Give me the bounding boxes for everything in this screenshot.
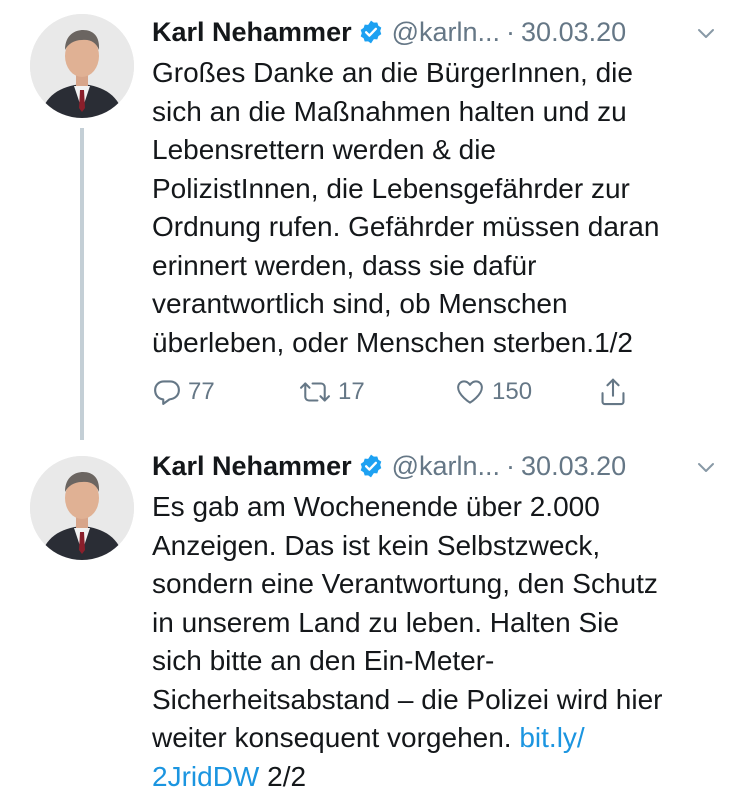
- retweet-button[interactable]: 17: [298, 370, 365, 414]
- tweet-text-line: sich bitte an den Ein-Meter-: [152, 645, 495, 676]
- tweet-text-line: 2JridDW 2/2: [152, 758, 732, 797]
- tweet-text-line: erinnert werden, dass sie dafür: [152, 249, 537, 281]
- tweet-date[interactable]: 30.03.20: [521, 451, 626, 481]
- share-button[interactable]: [598, 370, 628, 414]
- tweet-header: Karl Nehammer @karln... · 30.03.20: [152, 446, 732, 486]
- reply-button[interactable]: 77: [152, 370, 215, 414]
- author-name[interactable]: Karl Nehammer: [152, 451, 352, 481]
- tweet-text-line: weiter konsequent vorgehen. bit.ly/: [152, 719, 732, 758]
- tweet-text-segment: weiter konsequent vorgehen.: [152, 722, 520, 753]
- retweet-count: 17: [338, 378, 365, 405]
- separator: ·: [506, 451, 516, 481]
- short-link[interactable]: 2JridDW: [152, 761, 259, 792]
- tweet-text-line: in unserem Land zu leben. Halten Sie: [152, 606, 619, 638]
- verified-badge-icon: [358, 16, 384, 56]
- reply-count: 77: [188, 378, 215, 405]
- tweet[interactable]: Karl Nehammer @karln... · 30.03.20 Großes D…: [0, 0, 749, 440]
- like-icon: [454, 377, 486, 407]
- tweet[interactable]: Karl Nehammer @karln... · 30.03.20 Es gab a…: [0, 440, 749, 804]
- tweet-text: Es gab am Wochenende über 2.000 Anzeigen…: [152, 488, 732, 796]
- tweet-text-line: sondern eine Verantwortung, den Schutz: [152, 568, 658, 599]
- tweet-text-line: Anzeigen. Das ist kein Selbstzweck,: [152, 529, 601, 561]
- tweet-text: Großes Danke an die BürgerInnen, die sic…: [152, 54, 732, 362]
- verified-badge-icon: [358, 450, 384, 490]
- tweet-text-line: überleben, oder Menschen sterben.1/2: [152, 326, 633, 358]
- author-name[interactable]: Karl Nehammer: [152, 17, 352, 47]
- chevron-down-icon[interactable]: [694, 16, 718, 56]
- author-handle[interactable]: @karln...: [392, 451, 500, 481]
- tweet-text-line: Lebensrettern werden & die: [152, 134, 496, 165]
- avatar[interactable]: [30, 14, 134, 118]
- tweet-date[interactable]: 30.03.20: [521, 17, 626, 47]
- tweet-text-line: Es gab am Wochenende über 2.000: [152, 491, 600, 522]
- author-handle[interactable]: @karln...: [392, 17, 500, 47]
- thread-line: [80, 128, 84, 440]
- like-button[interactable]: 150: [454, 370, 532, 414]
- short-link[interactable]: bit.ly/: [519, 722, 584, 753]
- like-count: 150: [492, 378, 533, 405]
- tweet-text-line: verantwortlich sind, ob Menschen: [152, 288, 568, 319]
- tweet-text-line: Ordnung rufen. Gefährder müssen daran: [152, 211, 660, 242]
- share-icon: [598, 376, 628, 408]
- tweet-text-line: Sicherheitsabstand – die Polizei wird hi…: [152, 683, 663, 715]
- avatar[interactable]: [30, 456, 134, 560]
- tweet-text-line: Großes Danke an die BürgerInnen, die: [152, 57, 633, 88]
- tweet-text-line: PolizistInnen, die Lebensgefährder zur: [152, 172, 630, 204]
- retweet-icon: [298, 377, 332, 407]
- tweet-text-segment: 2/2: [259, 760, 307, 792]
- tweet-text-line: sich an die Maßnahmen halten und zu: [152, 95, 627, 127]
- reply-icon: [152, 377, 182, 407]
- separator: ·: [506, 17, 516, 47]
- tweet-header: Karl Nehammer @karln... · 30.03.20: [152, 12, 732, 52]
- tweet-actions: 77 17 150: [152, 370, 652, 414]
- chevron-down-icon[interactable]: [694, 450, 718, 490]
